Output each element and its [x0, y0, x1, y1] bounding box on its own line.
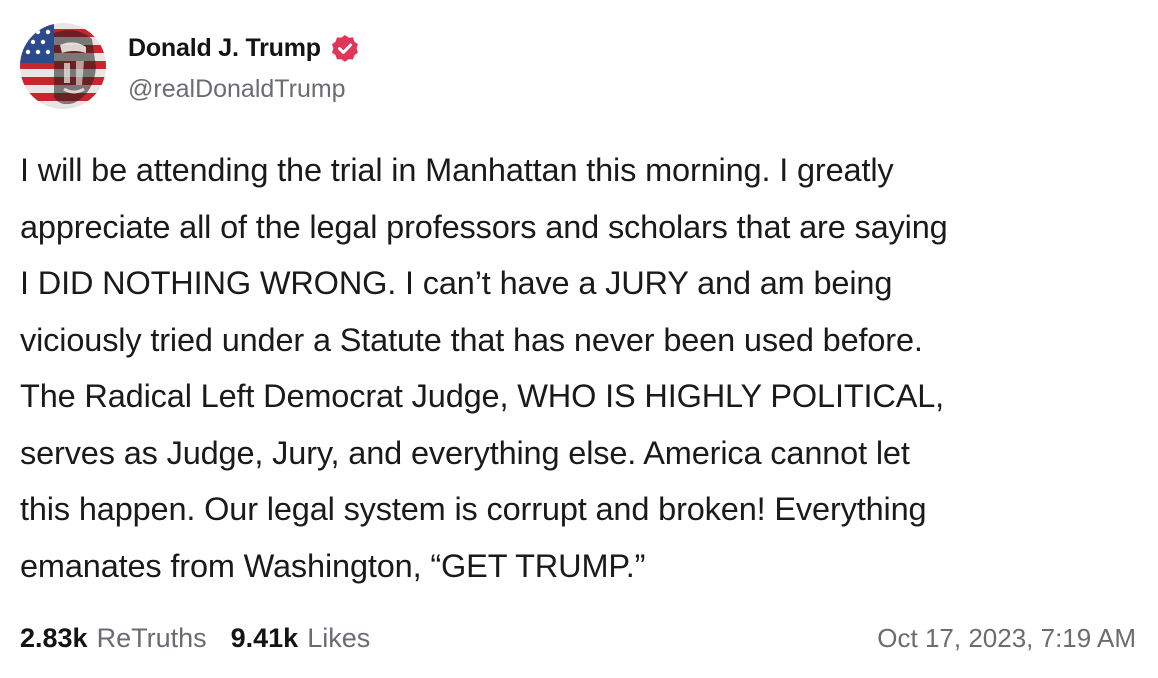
retruths-count: 2.83k: [20, 622, 88, 653]
avatar-image: [20, 23, 106, 109]
author-names: Donald J. Trump @realDonaldTrump: [128, 29, 361, 104]
retruths-stat[interactable]: 2.83k ReTruths: [20, 623, 207, 654]
retruths-label: ReTruths: [96, 622, 207, 653]
likes-label: Likes: [307, 622, 371, 653]
post-footer: 2.83k ReTruths 9.41k Likes Oct 17, 2023,…: [20, 616, 1136, 660]
post-stats: 2.83k ReTruths 9.41k Likes: [20, 623, 370, 654]
post-timestamp[interactable]: Oct 17, 2023, 7:19 AM: [877, 623, 1136, 654]
post-header: Donald J. Trump @realDonaldTrump: [20, 22, 361, 110]
likes-stat[interactable]: 9.41k Likes: [231, 623, 371, 654]
post-card: Donald J. Trump @realDonaldTrump I will …: [0, 0, 1158, 678]
avatar[interactable]: [20, 23, 106, 109]
likes-count: 9.41k: [230, 622, 299, 653]
author-display-name[interactable]: Donald J. Trump: [128, 34, 321, 63]
display-name-row: Donald J. Trump: [128, 29, 361, 69]
post-body-text: I will be attending the trial in Manhatt…: [20, 152, 948, 584]
verified-badge-icon: [329, 33, 361, 65]
author-handle[interactable]: @realDonaldTrump: [128, 75, 361, 104]
